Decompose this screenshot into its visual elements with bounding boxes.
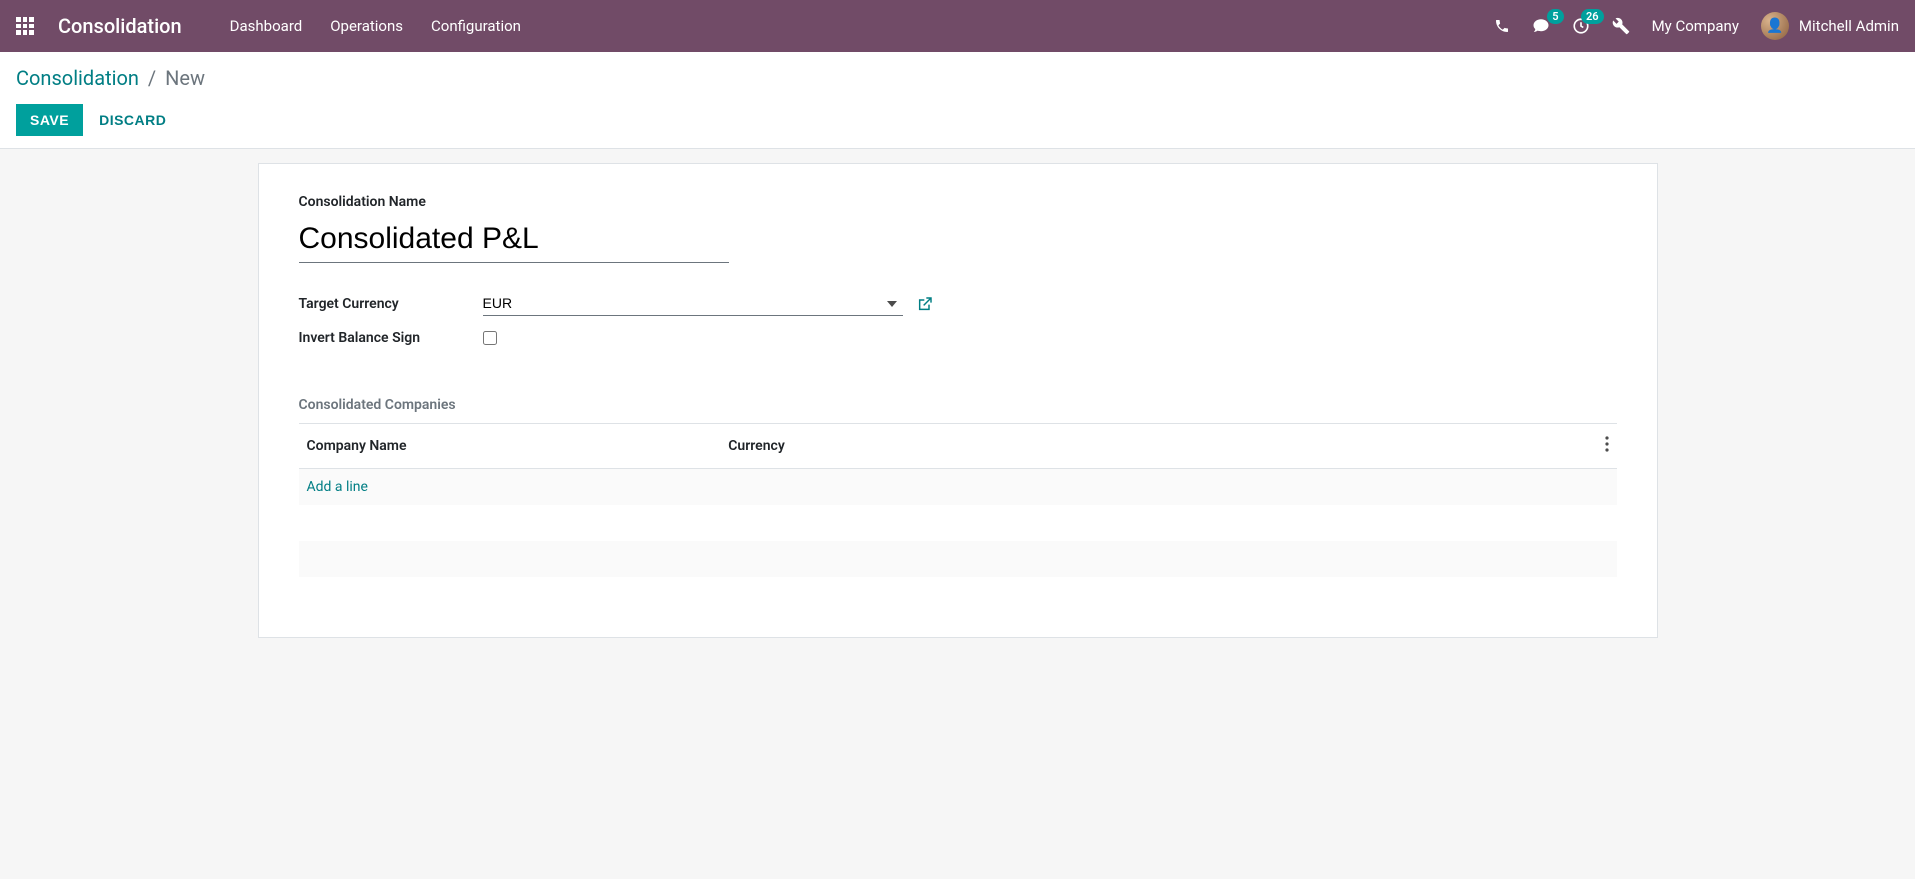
- consolidation-name-input[interactable]: [299, 218, 729, 263]
- currency-label: Target Currency: [299, 296, 483, 312]
- kebab-icon: [1605, 436, 1609, 452]
- currency-group: Target Currency: [299, 291, 1617, 316]
- activities-icon[interactable]: 26: [1572, 17, 1590, 35]
- col-company-name: Company Name: [299, 424, 721, 469]
- tab-consolidated-companies[interactable]: Consolidated Companies: [299, 397, 456, 423]
- currency-select-wrap: [483, 291, 903, 316]
- nav-operations[interactable]: Operations: [330, 17, 403, 35]
- control-panel: Consolidation / New SAVE DISCARD: [0, 52, 1915, 149]
- navbar-right: 5 26 My Company 👤 Mitchell Admin: [1494, 12, 1899, 40]
- col-currency: Currency: [720, 424, 1576, 469]
- company-switcher[interactable]: My Company: [1652, 17, 1739, 35]
- avatar: 👤: [1761, 12, 1789, 40]
- main-navbar: Consolidation Dashboard Operations Confi…: [0, 0, 1915, 52]
- activities-badge: 26: [1581, 9, 1604, 24]
- companies-table: Company Name Currency Add a line: [299, 424, 1617, 577]
- nav-configuration[interactable]: Configuration: [431, 17, 521, 35]
- currency-select[interactable]: [483, 291, 903, 316]
- breadcrumb-root[interactable]: Consolidation: [16, 66, 139, 90]
- conversations-badge: 5: [1547, 9, 1563, 24]
- phone-icon[interactable]: [1494, 18, 1510, 34]
- app-brand[interactable]: Consolidation: [58, 14, 182, 38]
- nav-dashboard[interactable]: Dashboard: [230, 17, 303, 35]
- table-footer: [299, 541, 1617, 577]
- name-label: Consolidation Name: [299, 194, 1617, 210]
- invert-checkbox[interactable]: [483, 331, 497, 345]
- debug-icon[interactable]: [1612, 17, 1630, 35]
- breadcrumb: Consolidation / New: [16, 66, 1899, 90]
- form-sheet: Consolidation Name Target Currency Inver…: [258, 163, 1658, 638]
- save-button[interactable]: SAVE: [16, 104, 83, 136]
- nav-menu: Dashboard Operations Configuration: [230, 17, 521, 35]
- invert-group: Invert Balance Sign: [299, 330, 1617, 346]
- conversations-icon[interactable]: 5: [1532, 17, 1550, 35]
- external-link-icon[interactable]: [917, 296, 933, 312]
- navbar-left: Consolidation Dashboard Operations Confi…: [16, 14, 521, 38]
- breadcrumb-separator: /: [148, 66, 156, 90]
- user-menu[interactable]: 👤 Mitchell Admin: [1761, 12, 1899, 40]
- invert-label: Invert Balance Sign: [299, 330, 483, 346]
- sheet-wrap: Consolidation Name Target Currency Inver…: [0, 149, 1915, 652]
- col-options[interactable]: [1577, 424, 1617, 469]
- table-row-spacer: [299, 505, 1617, 541]
- notebook-tabs: Consolidated Companies: [299, 394, 1617, 424]
- breadcrumb-current: New: [165, 66, 205, 90]
- user-name: Mitchell Admin: [1799, 17, 1899, 35]
- apps-icon[interactable]: [16, 17, 34, 35]
- discard-button[interactable]: DISCARD: [99, 112, 166, 128]
- cp-buttons: SAVE DISCARD: [16, 104, 1899, 136]
- table-header-row: Company Name Currency: [299, 424, 1617, 469]
- table-row-add: Add a line: [299, 469, 1617, 506]
- add-line-link[interactable]: Add a line: [307, 479, 368, 495]
